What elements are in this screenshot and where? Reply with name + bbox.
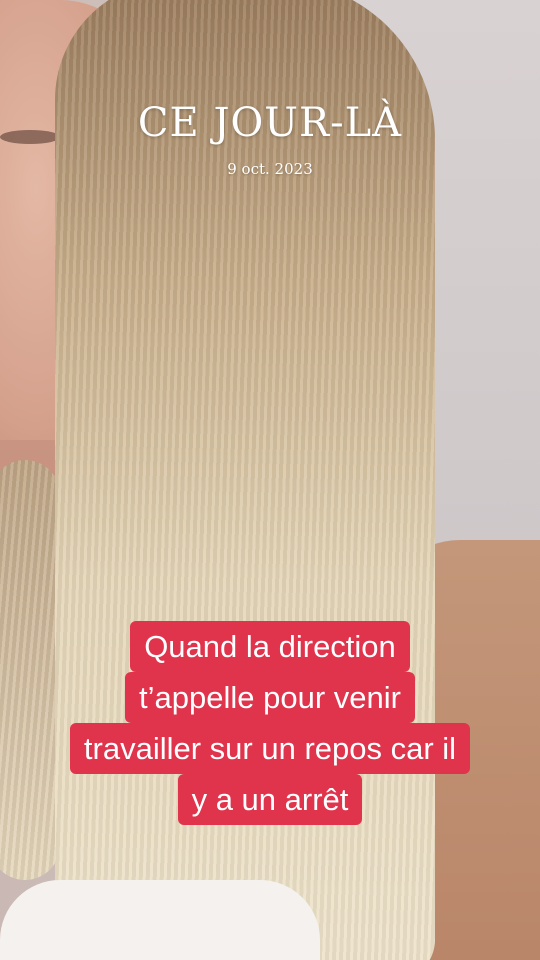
memory-date: 9 oct. 2023 bbox=[227, 160, 313, 178]
caption-line-1: Quand la direction bbox=[130, 621, 410, 672]
video-frame: CE JOUR-LÀ 9 oct. 2023 Quand la directio… bbox=[0, 0, 540, 960]
caption-line-4: y a un arrêt bbox=[177, 774, 363, 825]
caption-line-3: travailler sur un repos car il bbox=[69, 723, 471, 774]
caption-block: Quand la direction t’appelle pour venir … bbox=[0, 621, 540, 825]
caption-line: travailler sur un repos car il bbox=[0, 723, 540, 774]
caption-line: y a un arrêt bbox=[0, 774, 540, 825]
memory-title: CE JOUR-LÀ bbox=[137, 100, 403, 146]
caption-line: Quand la direction bbox=[0, 621, 540, 672]
caption-line-2: t’appelle pour venir bbox=[125, 672, 415, 723]
caption-line: t’appelle pour venir bbox=[0, 672, 540, 723]
shirt bbox=[0, 880, 320, 960]
